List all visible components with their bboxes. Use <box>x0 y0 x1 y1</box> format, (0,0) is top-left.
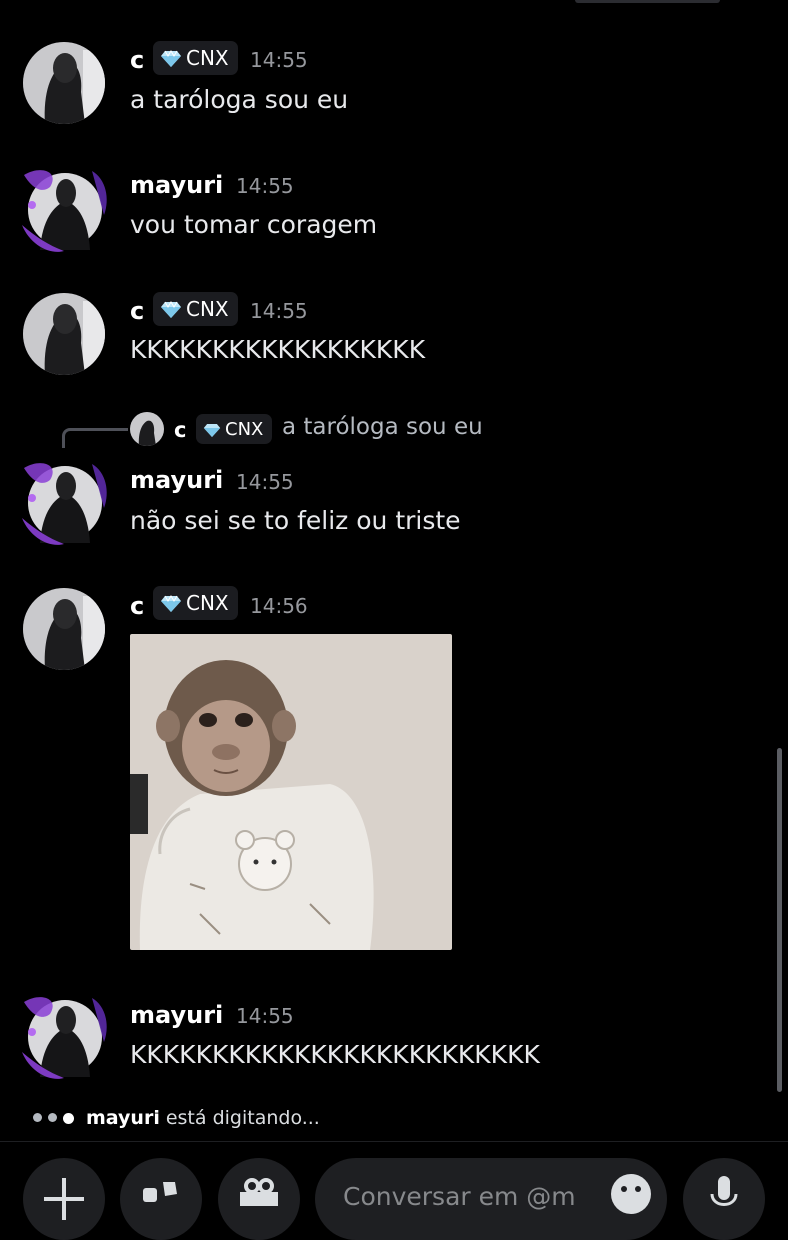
avatar-mayuri[interactable] <box>20 458 110 548</box>
timestamp: 14:55 <box>250 299 308 323</box>
avatar-c[interactable] <box>23 293 105 375</box>
message-text: vou tomar coragem <box>130 210 378 239</box>
author-name[interactable]: c <box>130 592 144 620</box>
message-text: não sei se to feliz ou triste <box>130 506 461 535</box>
avatar-c[interactable] <box>23 588 105 670</box>
timestamp: 14:55 <box>236 1004 294 1028</box>
badge-label: CNX <box>225 418 264 440</box>
scrollbar[interactable] <box>777 748 782 1092</box>
author-name[interactable]: c <box>130 297 144 325</box>
diamond-icon <box>203 422 221 437</box>
plus-icon <box>44 1178 84 1220</box>
badge-label: CNX <box>186 297 229 321</box>
gift-icon <box>240 1178 278 1206</box>
gift-button[interactable] <box>218 1158 300 1240</box>
clan-badge[interactable]: CNX <box>153 292 238 326</box>
author-name[interactable]: c <box>130 46 144 74</box>
avatar-mayuri[interactable] <box>20 165 110 255</box>
message-input-placeholder: Conversar em @m <box>343 1182 576 1211</box>
emoji-button[interactable] <box>590 1158 672 1240</box>
author-name[interactable]: mayuri <box>130 171 223 199</box>
typing-dots-icon <box>33 1112 74 1124</box>
timestamp: 14:55 <box>236 174 294 198</box>
avatar-c[interactable] <box>23 42 105 124</box>
emoji-icon <box>611 1174 651 1214</box>
badge-label: CNX <box>186 591 229 615</box>
typing-indicator: mayuri está digitando... <box>33 1104 320 1132</box>
badge-label: CNX <box>186 46 229 70</box>
reply-author[interactable]: c <box>174 418 186 442</box>
attach-button[interactable] <box>23 1158 105 1240</box>
clan-badge[interactable]: CNX <box>196 414 273 444</box>
timestamp: 14:55 <box>236 470 294 494</box>
message-item[interactable]: mayuri 14:55 não sei se to feliz ou tris… <box>0 450 770 580</box>
diamond-icon <box>160 594 182 612</box>
apps-button[interactable] <box>120 1158 202 1240</box>
reply-avatar[interactable] <box>130 412 164 446</box>
timestamp: 14:55 <box>250 48 308 72</box>
message-item[interactable]: mayuri 14:55 KKKKKKKKKKKKKKKKKKKKKKKKK <box>0 985 770 1095</box>
message-item[interactable]: c CNX 14:55 a taróloga sou eu <box>0 0 770 140</box>
clan-badge[interactable]: CNX <box>153 586 238 620</box>
message-text: a taróloga sou eu <box>130 85 349 114</box>
diamond-icon <box>160 49 182 67</box>
author-name[interactable]: mayuri <box>130 466 223 494</box>
message-item[interactable]: c CNX 14:55 KKKKKKKKKKKKKKKKKK <box>0 270 770 400</box>
message-text: KKKKKKKKKKKKKKKKKKKKKKKKK <box>130 1040 540 1069</box>
divider <box>0 1141 788 1142</box>
microphone-icon <box>710 1176 738 1206</box>
timestamp: 14:56 <box>250 594 308 618</box>
message-item[interactable]: mayuri 14:55 vou tomar coragem <box>0 140 770 270</box>
clan-badge[interactable]: CNX <box>153 41 238 75</box>
reply-connector <box>62 428 128 448</box>
avatar-mayuri[interactable] <box>20 992 110 1082</box>
typing-user: mayuri <box>86 1107 160 1129</box>
voice-button[interactable] <box>683 1158 765 1240</box>
image-attachment[interactable] <box>130 634 452 950</box>
apps-icon <box>143 1182 177 1202</box>
typing-text: está digitando... <box>165 1107 320 1129</box>
reply-preview-text[interactable]: a taróloga sou eu <box>282 414 483 440</box>
message-text: KKKKKKKKKKKKKKKKKK <box>130 335 426 364</box>
diamond-icon <box>160 300 182 318</box>
author-name[interactable]: mayuri <box>130 1001 223 1029</box>
